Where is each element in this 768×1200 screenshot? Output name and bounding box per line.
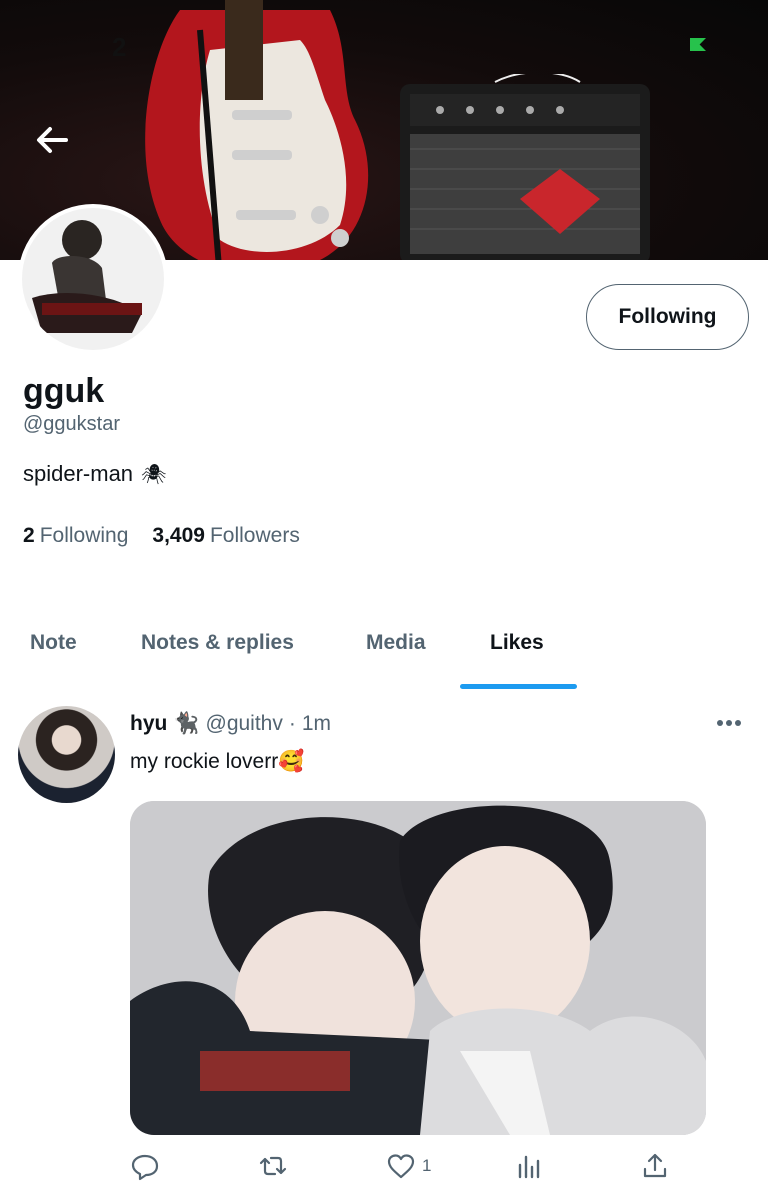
avatar-image [22, 208, 164, 350]
followers-label: Followers [209, 524, 300, 547]
profile-bio: spider-man 🕷 [23, 461, 166, 487]
share-button[interactable] [640, 1148, 670, 1184]
guitar-illustration [145, 0, 369, 260]
tab-likes[interactable]: Likes [490, 631, 544, 655]
following-stat[interactable]: 2 Following [23, 524, 128, 548]
following-label: Following [39, 524, 129, 547]
tweet-author-avatar[interactable] [18, 706, 115, 803]
tweet-text: my rockie loverr🥰 [130, 750, 305, 773]
followers-count: 3,409 [152, 524, 205, 547]
battery-icon [690, 38, 706, 51]
tweet-separator: · [288, 712, 296, 735]
profile-handle: @ggukstar [23, 413, 121, 435]
tweet-actions: 1 [130, 1148, 690, 1184]
analytics-button[interactable] [514, 1148, 544, 1184]
profile-tabs: Note Notes & replies Media Likes [0, 616, 768, 690]
spider-emoji-icon: 🕷 [141, 463, 167, 486]
like-button[interactable]: 1 [386, 1148, 431, 1184]
tweet-media-photo[interactable] [130, 801, 706, 1135]
status-bar-text: 2 [112, 32, 127, 62]
tweet-author-name[interactable]: hyu [130, 712, 167, 736]
following-count: 2 [23, 524, 35, 547]
reply-button[interactable] [130, 1148, 160, 1184]
profile-avatar[interactable] [18, 204, 168, 354]
retweet-icon [259, 1156, 287, 1176]
tab-notes-and-replies[interactable]: Notes & replies [141, 631, 294, 655]
like-count: 1 [422, 1156, 432, 1175]
profile-display-name: gguk [23, 372, 105, 410]
tweet-header: hyu 🐈‍⬛ @guithv · 1m [130, 712, 331, 736]
amplifier-illustration [400, 74, 650, 260]
heart-icon [387, 1154, 415, 1179]
cat-emoji-icon: 🐈‍⬛ [173, 712, 200, 735]
tweet-timestamp[interactable]: 1m [302, 712, 331, 736]
bio-text: spider-man [23, 461, 134, 486]
share-icon [643, 1153, 667, 1178]
tab-media[interactable]: Media [366, 631, 426, 655]
tweet-author-handle[interactable]: @guithv [206, 712, 283, 736]
back-button[interactable] [30, 118, 74, 162]
active-tab-indicator [460, 684, 577, 689]
analytics-icon [518, 1155, 540, 1179]
profile-stats: 2 Following 3,409 Followers [23, 524, 300, 548]
following-button[interactable]: Following [586, 284, 749, 350]
more-options-icon[interactable] [716, 718, 742, 728]
arrow-left-icon [37, 127, 68, 153]
reply-icon [131, 1154, 159, 1181]
tab-note[interactable]: Note [30, 631, 77, 655]
retweet-button[interactable] [258, 1148, 288, 1184]
tweet[interactable]: hyu 🐈‍⬛ @guithv · 1m my rockie loverr🥰 [0, 690, 768, 1200]
followers-stat[interactable]: 3,409 Followers [152, 524, 299, 548]
photo-image [130, 801, 706, 1135]
